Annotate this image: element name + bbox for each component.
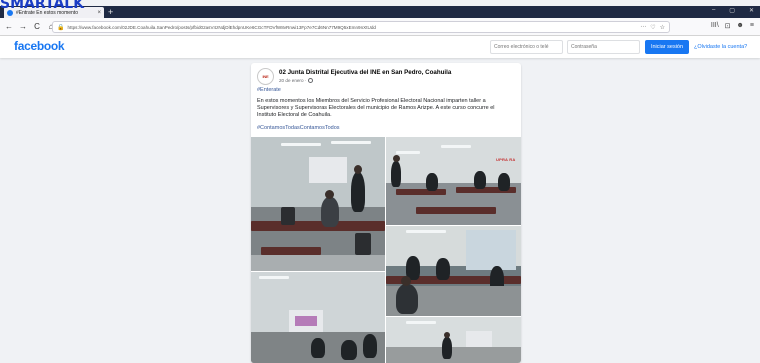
ceiling-light: [259, 276, 289, 279]
post-header: INE 02 Junta Distrital Ejecutiva del INE…: [257, 68, 515, 88]
chair: [355, 233, 371, 255]
forgot-account-link[interactable]: ¿Olvidaste la cuenta?: [694, 44, 747, 50]
post-card: INE 02 Junta Distrital Ejecutiva del INE…: [251, 63, 521, 363]
hashtag-link[interactable]: #ContamosTodasContamosTodos: [257, 125, 340, 131]
new-tab-button[interactable]: +: [108, 7, 113, 17]
person-head: [401, 276, 411, 286]
person: [442, 337, 452, 359]
minimize-icon[interactable]: –: [712, 7, 715, 14]
sidebar-icon[interactable]: ⊡: [725, 22, 731, 30]
page-actions-icon[interactable]: ···: [640, 24, 646, 31]
facebook-favicon-icon: [7, 9, 13, 16]
post-photo[interactable]: UPRA RA: [386, 137, 521, 225]
person: [426, 173, 438, 191]
person: [351, 172, 365, 212]
desk: [261, 247, 321, 255]
post-photo[interactable]: [386, 226, 521, 316]
avatar[interactable]: INE: [257, 68, 274, 85]
forward-icon[interactable]: →: [18, 22, 28, 31]
lock-icon: 🔒: [57, 24, 65, 31]
floor: [251, 255, 385, 271]
close-window-icon[interactable]: ✕: [749, 7, 754, 14]
post-timestamp[interactable]: 20 de enero ·: [279, 78, 314, 83]
desk: [416, 207, 496, 214]
ceiling-light: [396, 151, 420, 154]
projector-screen: [466, 331, 492, 347]
ceiling-light: [281, 143, 321, 146]
hashtag-link[interactable]: #Enterate: [257, 87, 281, 93]
browser-toolbar: III\ ⊡ ☻ ≡: [711, 22, 754, 30]
person: [363, 334, 377, 358]
page-name-link[interactable]: 02 Junta Distrital Ejecutiva del INE en …: [279, 69, 451, 76]
post-photo[interactable]: [251, 137, 385, 271]
maximize-icon[interactable]: ▢: [729, 7, 735, 14]
person-head: [354, 165, 362, 174]
person: [436, 258, 450, 280]
person: [474, 171, 486, 189]
desk: [396, 189, 446, 195]
post-photo[interactable]: [251, 272, 385, 363]
person-head: [325, 190, 334, 199]
back-icon[interactable]: ←: [4, 22, 14, 31]
account-icon[interactable]: ☻: [737, 22, 744, 30]
whiteboard: [309, 157, 347, 183]
person: [391, 161, 401, 187]
ceiling-light: [441, 145, 471, 148]
chair: [281, 207, 295, 225]
url-text[interactable]: https://www.facebook.com/02JDE.Coahuila.…: [67, 25, 637, 30]
browser-navbar: ← → C ⌂ 🔒 https://www.facebook.com/02JDE…: [0, 18, 760, 36]
wall-sign: UPRA RA: [496, 157, 516, 162]
ceiling-light: [331, 141, 371, 144]
reload-icon[interactable]: C: [32, 22, 42, 31]
desk: [251, 221, 385, 231]
email-field[interactable]: [490, 40, 563, 54]
address-bar[interactable]: 🔒 https://www.facebook.com/02JDE.Coahuil…: [52, 21, 670, 33]
person-head: [444, 332, 450, 338]
close-tab-icon[interactable]: ×: [97, 10, 101, 16]
person: [341, 340, 357, 360]
bookmark-star-icon[interactable]: ☆: [660, 24, 665, 31]
login-button[interactable]: Iniciar sesión: [645, 40, 689, 54]
browser-tab[interactable]: #Entrate En estos momento ×: [4, 7, 104, 18]
url-actions: ··· ♡ ☆: [640, 24, 665, 31]
globe-icon: [308, 78, 314, 83]
post-date-text: 20 de enero ·: [279, 78, 307, 83]
person: [321, 197, 339, 227]
window: [466, 230, 516, 270]
person-head: [393, 155, 400, 162]
projected-slide: [295, 316, 317, 326]
facebook-header: facebook Iniciar sesión ¿Olvidaste la cu…: [0, 36, 760, 58]
post-text: En estos momentos los Miembros del Servi…: [257, 98, 495, 119]
person: [498, 173, 510, 191]
ceiling-light: [406, 321, 436, 324]
person: [311, 338, 325, 358]
post-photo[interactable]: [386, 317, 521, 363]
library-icon[interactable]: III\: [711, 22, 719, 30]
projector-screen: [289, 310, 323, 332]
ceiling-light: [406, 230, 446, 233]
person: [396, 284, 418, 314]
password-field[interactable]: [567, 40, 640, 54]
ine-logo-icon: INE: [262, 74, 269, 79]
tab-title: #Entrate En estos momento: [16, 9, 78, 16]
window-controls: – ▢ ✕: [712, 7, 754, 14]
menu-icon[interactable]: ≡: [750, 22, 754, 30]
facebook-logo[interactable]: facebook: [14, 39, 65, 53]
pocket-icon[interactable]: ♡: [650, 24, 655, 31]
overlay-link[interactable]: SMARTALK: [0, 0, 120, 8]
